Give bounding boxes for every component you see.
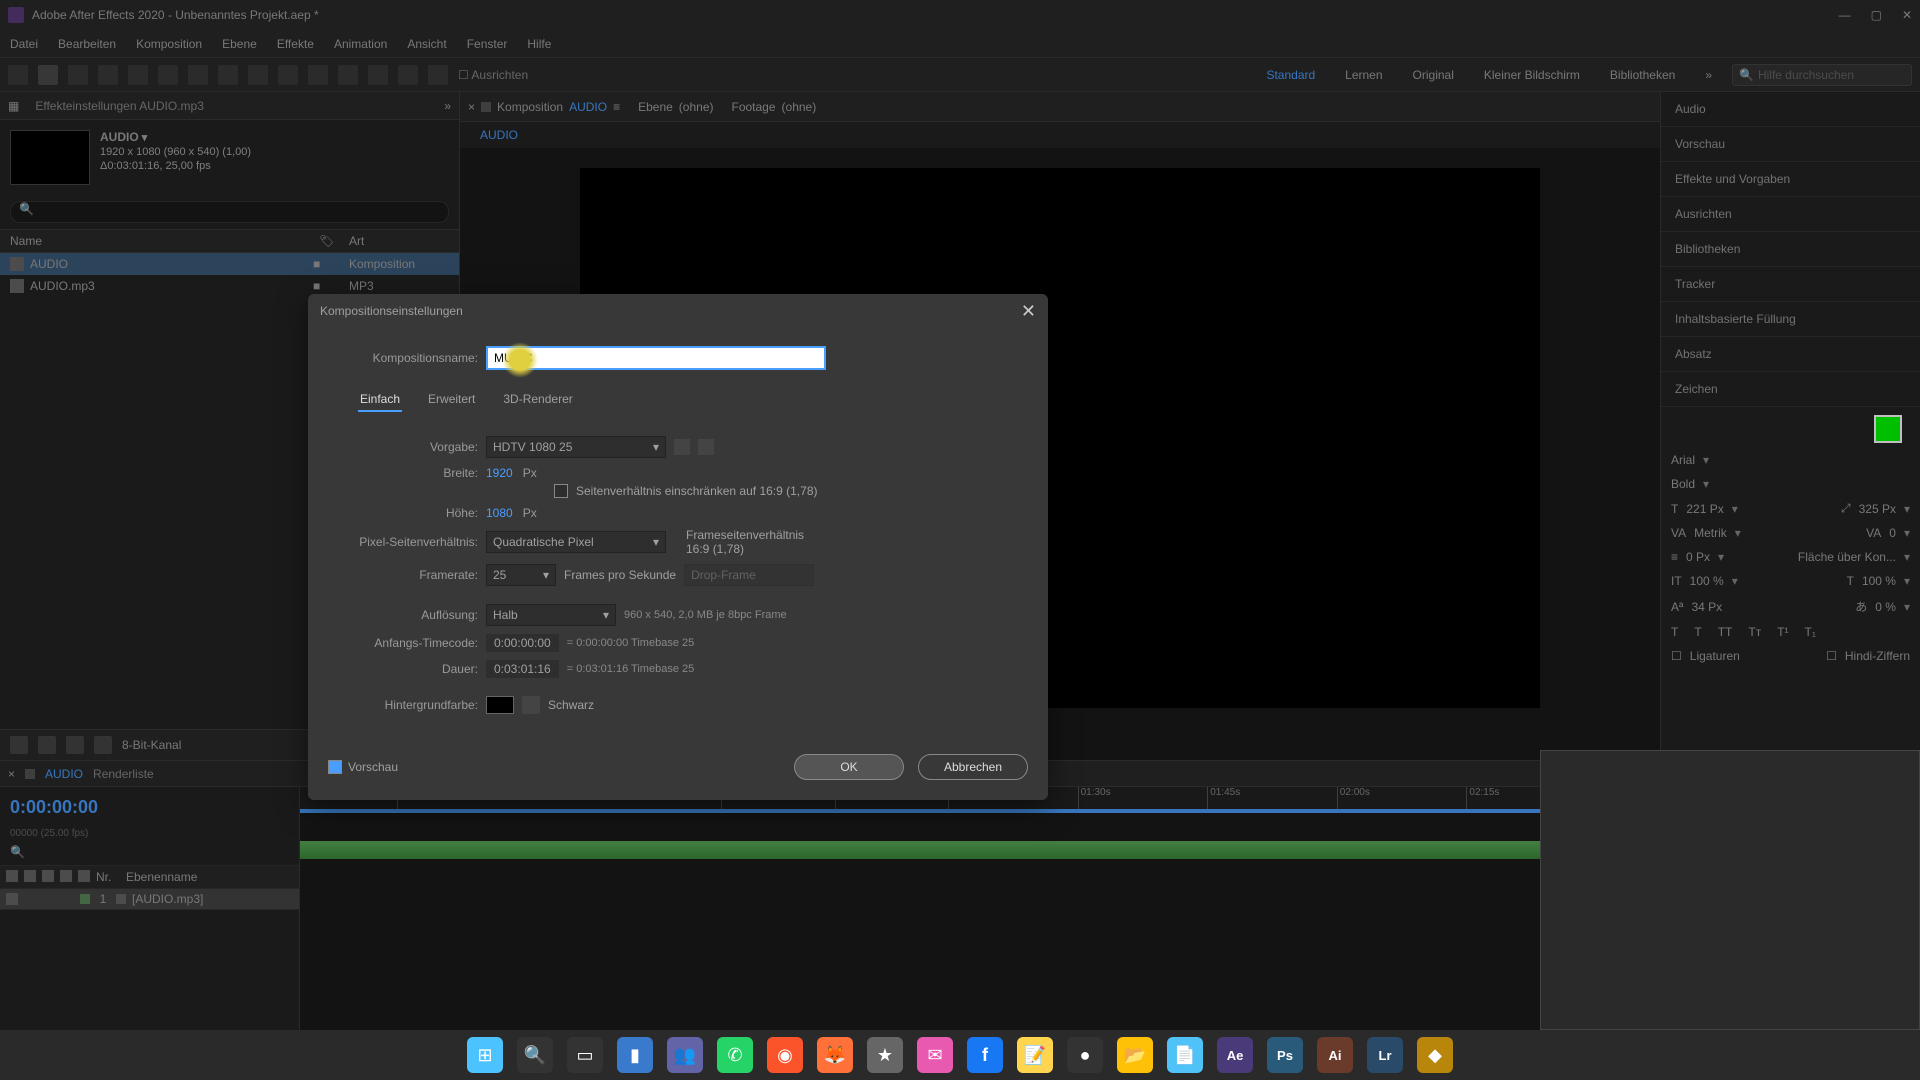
taskbar-ai[interactable]: Ai [1317,1037,1353,1073]
preview-label: Vorschau [348,760,398,774]
taskbar-search[interactable]: 🔍 [517,1037,553,1073]
tab-einfach[interactable]: Einfach [358,388,402,412]
aspect-lock-label: Seitenverhältnis einschränken auf 16:9 (… [576,484,817,498]
chevron-down-icon: ▾ [653,535,659,549]
taskbar-notes[interactable]: 📝 [1017,1037,1053,1073]
taskbar-firefox[interactable]: 🦊 [817,1037,853,1073]
composition-settings-dialog: Kompositionseinstellungen ✕ Kompositions… [308,294,1048,800]
start-tc-label: Anfangs-Timecode: [348,636,478,650]
taskbar-brave[interactable]: ◉ [767,1037,803,1073]
resolution-label: Auflösung: [348,608,478,622]
preview-checkbox[interactable] [328,760,342,774]
dialog-title: Kompositionseinstellungen [320,304,463,318]
par-label: Pixel-Seitenverhältnis: [348,535,478,549]
webcam-overlay [1540,750,1920,1030]
taskbar-whatsapp[interactable]: ✆ [717,1037,753,1073]
taskbar-files[interactable]: 📂 [1117,1037,1153,1073]
preset-dropdown[interactable]: HDTV 1080 25▾ [486,436,666,458]
bg-color-well[interactable] [486,696,514,714]
delete-preset-icon[interactable] [698,439,714,455]
taskbar-messenger[interactable]: ✉ [917,1037,953,1073]
aspect-lock-checkbox[interactable] [554,484,568,498]
width-label: Breite: [348,466,478,480]
framerate-dropdown[interactable]: 25▾ [486,564,556,586]
eyedropper-icon[interactable] [522,696,540,714]
taskbar-extra[interactable]: ◆ [1417,1037,1453,1073]
taskbar-start[interactable]: ⊞ [467,1037,503,1073]
bg-name: Schwarz [548,698,594,712]
taskbar-teams[interactable]: 👥 [667,1037,703,1073]
duration-value[interactable]: 0:03:01:16 [486,660,559,678]
chevron-down-icon: ▾ [603,608,609,622]
taskbar-taskview[interactable]: ▭ [567,1037,603,1073]
far-value: 16:9 (1,78) [686,542,804,556]
tab-3d[interactable]: 3D-Renderer [501,388,574,412]
taskbar-ps[interactable]: Ps [1267,1037,1303,1073]
chevron-down-icon: ▾ [653,440,659,454]
dropframe-dropdown: Drop-Frame [684,564,814,586]
duration-info: = 0:03:01:16 Timebase 25 [567,663,695,675]
far-label: Frameseitenverhältnis [686,528,804,542]
duration-label: Dauer: [348,662,478,676]
ok-button[interactable]: OK [794,754,904,780]
save-preset-icon[interactable] [674,439,690,455]
taskbar-explorer[interactable]: ▮ [617,1037,653,1073]
cancel-button[interactable]: Abbrechen [918,754,1028,780]
bg-label: Hintergrundfarbe: [348,698,478,712]
taskbar-facebook[interactable]: f [967,1037,1003,1073]
taskbar-ae[interactable]: Ae [1217,1037,1253,1073]
taskbar-lr[interactable]: Lr [1367,1037,1403,1073]
resolution-info: 960 x 540, 2,0 MB je 8bpc Frame [624,609,787,621]
taskbar-obs[interactable]: ● [1067,1037,1103,1073]
dialog-close-icon[interactable]: ✕ [1021,301,1036,322]
width-value[interactable]: 1920 [486,466,513,480]
tab-erweitert[interactable]: Erweitert [426,388,477,412]
chevron-down-icon: ▾ [543,568,549,582]
height-value[interactable]: 1080 [486,506,513,520]
framerate-label: Framerate: [348,568,478,582]
start-tc-value[interactable]: 0:00:00:00 [486,634,559,652]
par-dropdown[interactable]: Quadratische Pixel▾ [486,531,666,553]
start-tc-info: = 0:00:00:00 Timebase 25 [567,637,695,649]
comp-name-input[interactable] [486,346,826,370]
comp-name-label: Kompositionsname: [328,351,478,365]
taskbar-notepad[interactable]: 📄 [1167,1037,1203,1073]
taskbar: ⊞ 🔍 ▭ ▮ 👥 ✆ ◉ 🦊 ★ ✉ f 📝 ● 📂 📄 Ae Ps Ai L… [0,1030,1920,1080]
fps-text: Frames pro Sekunde [564,568,676,582]
taskbar-app[interactable]: ★ [867,1037,903,1073]
height-label: Höhe: [348,506,478,520]
resolution-dropdown[interactable]: Halb▾ [486,604,616,626]
preset-label: Vorgabe: [348,440,478,454]
